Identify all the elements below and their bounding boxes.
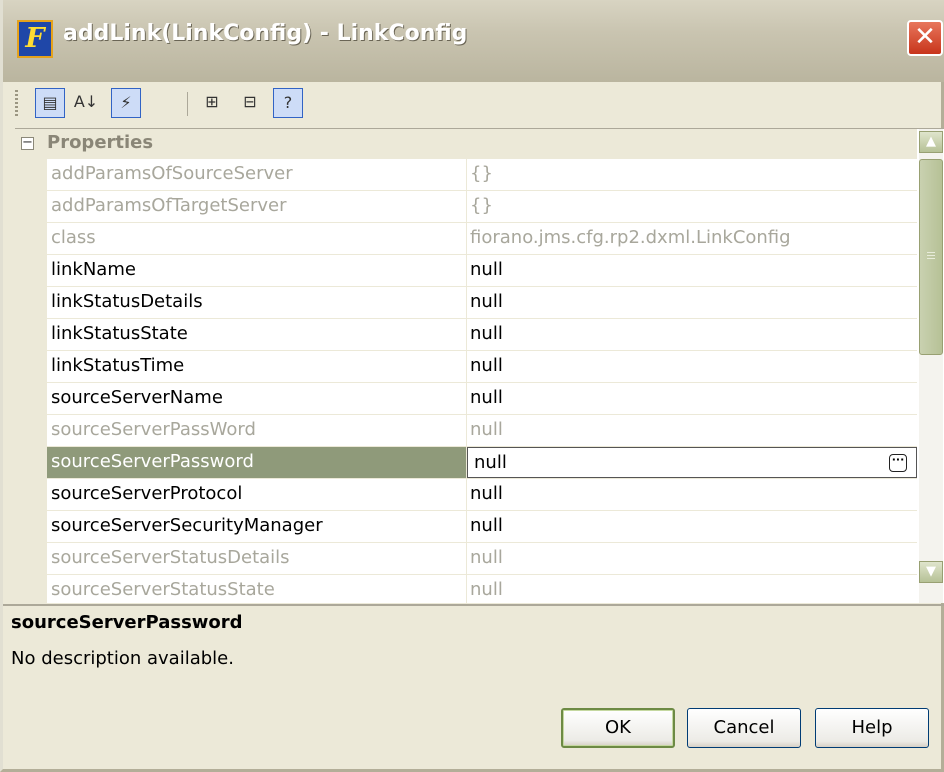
cancel-button[interactable]: Cancel	[687, 708, 801, 748]
row-gutter	[15, 543, 47, 575]
property-row[interactable]: sourceServerStatusDetails null	[15, 543, 917, 575]
property-name[interactable]: sourceServerSecurityManager	[47, 511, 467, 542]
property-name[interactable]: addParamsOfSourceServer	[47, 159, 467, 190]
scroll-down-arrow-icon[interactable]: ▼	[919, 561, 943, 583]
property-value: null	[470, 547, 503, 568]
property-name[interactable]: sourceServerStatusDetails	[47, 543, 467, 574]
toolbar-separator	[187, 92, 188, 116]
app-logo-icon: F	[17, 20, 53, 58]
property-row[interactable]: linkStatusTime null	[15, 351, 917, 383]
row-gutter	[15, 383, 47, 415]
property-row[interactable]: linkName null	[15, 255, 917, 287]
row-gutter	[15, 575, 47, 603]
row-gutter	[15, 255, 47, 287]
description-title: sourceServerPassword	[11, 612, 243, 633]
category-label: Properties	[47, 132, 154, 153]
property-row[interactable]: linkStatusDetails null	[15, 287, 917, 319]
property-value: {}	[470, 163, 493, 184]
scroll-up-arrow-icon[interactable]: ▲	[919, 131, 943, 153]
property-name[interactable]: sourceServerPassword	[47, 447, 467, 478]
dialog-window: F addLink(LinkConfig) - LinkConfig ✕ ▤ A…	[0, 0, 944, 772]
property-name[interactable]: sourceServerProtocol	[47, 479, 467, 510]
scrollbar-thumb[interactable]	[919, 159, 943, 355]
row-gutter	[15, 479, 47, 511]
property-row[interactable]: sourceServerStatusState null	[15, 575, 917, 603]
property-row[interactable]: linkStatusState null	[15, 319, 917, 351]
row-gutter	[15, 351, 47, 383]
property-value[interactable]: null	[467, 351, 917, 382]
property-row[interactable]: sourceServerSecurityManager null	[15, 511, 917, 543]
property-value: fiorano.jms.cfg.rp2.dxml.LinkConfig	[470, 227, 791, 248]
events-lightning-icon[interactable]: ⚡	[111, 88, 141, 118]
categorized-view-icon[interactable]: ▤	[35, 88, 65, 118]
thumb-grip-icon	[927, 252, 935, 260]
title-bar[interactable]: F addLink(LinkConfig) - LinkConfig ✕	[3, 0, 944, 82]
property-value[interactable]: null	[467, 319, 917, 350]
help-button[interactable]: Help	[815, 708, 929, 748]
sort-alphabetical-icon[interactable]: A↓	[71, 88, 101, 118]
property-name[interactable]: sourceServerName	[47, 383, 467, 414]
property-name[interactable]: linkStatusDetails	[47, 287, 467, 318]
help-description-icon[interactable]: ?	[273, 88, 303, 118]
row-gutter	[15, 191, 47, 223]
row-gutter	[15, 415, 47, 447]
property-name[interactable]: class	[47, 223, 467, 254]
property-value[interactable]: null	[467, 287, 917, 318]
row-gutter	[15, 287, 47, 319]
row-gutter	[15, 223, 47, 255]
property-name[interactable]: sourceServerStatusState	[47, 575, 467, 603]
close-button[interactable]: ✕	[907, 20, 943, 56]
property-value[interactable]: null	[467, 383, 917, 414]
row-gutter	[15, 159, 47, 191]
property-value: {}	[470, 195, 493, 216]
properties-category[interactable]: − Properties	[15, 129, 917, 159]
row-gutter	[15, 511, 47, 543]
ellipsis-icon[interactable]: ···	[889, 454, 907, 472]
property-value: null	[470, 579, 503, 600]
vertical-scrollbar[interactable]: ▲ ▼	[919, 129, 943, 603]
property-value[interactable]: null	[467, 511, 917, 542]
description-text: No description available.	[11, 648, 234, 669]
row-gutter	[15, 319, 47, 351]
property-value[interactable]: null	[467, 255, 917, 286]
ok-button[interactable]: OK	[561, 708, 675, 748]
property-rows: addParamsOfSourceServer{} addParamsOfTarg…	[15, 159, 917, 603]
collapse-icon[interactable]: −	[21, 136, 34, 150]
property-name[interactable]: linkStatusState	[47, 319, 467, 350]
collapse-all-icon[interactable]: ⊟	[235, 88, 265, 118]
property-value[interactable]: null	[467, 447, 917, 478]
property-row[interactable]: sourceServerPassword null ···	[15, 447, 917, 479]
toolbar-grip[interactable]	[15, 90, 18, 118]
property-row[interactable]: addParamsOfSourceServer{}	[15, 159, 917, 191]
toolbar: ▤ A↓ ⚡ ⊞ ⊟ ?	[9, 86, 939, 122]
property-name[interactable]: linkStatusTime	[47, 351, 467, 382]
property-value[interactable]: null	[467, 479, 917, 510]
property-row[interactable]: addParamsOfTargetServer{}	[15, 191, 917, 223]
property-value: null	[470, 419, 503, 440]
description-divider[interactable]	[3, 604, 944, 606]
expand-all-icon[interactable]: ⊞	[197, 88, 227, 118]
property-row[interactable]: sourceServerName null	[15, 383, 917, 415]
row-gutter	[15, 447, 47, 479]
property-row[interactable]: sourceServerProtocol null	[15, 479, 917, 511]
property-row[interactable]: sourceServerPassWord null	[15, 415, 917, 447]
property-name[interactable]: addParamsOfTargetServer	[47, 191, 467, 222]
property-row[interactable]: class fiorano.jms.cfg.rp2.dxml.LinkConfig	[15, 223, 917, 255]
property-name[interactable]: linkName	[47, 255, 467, 286]
property-grid: − Properties addParamsOfSourceServer{} ad…	[15, 128, 944, 603]
property-name[interactable]: sourceServerPassWord	[47, 415, 467, 446]
window-title: addLink(LinkConfig) - LinkConfig	[63, 21, 468, 46]
